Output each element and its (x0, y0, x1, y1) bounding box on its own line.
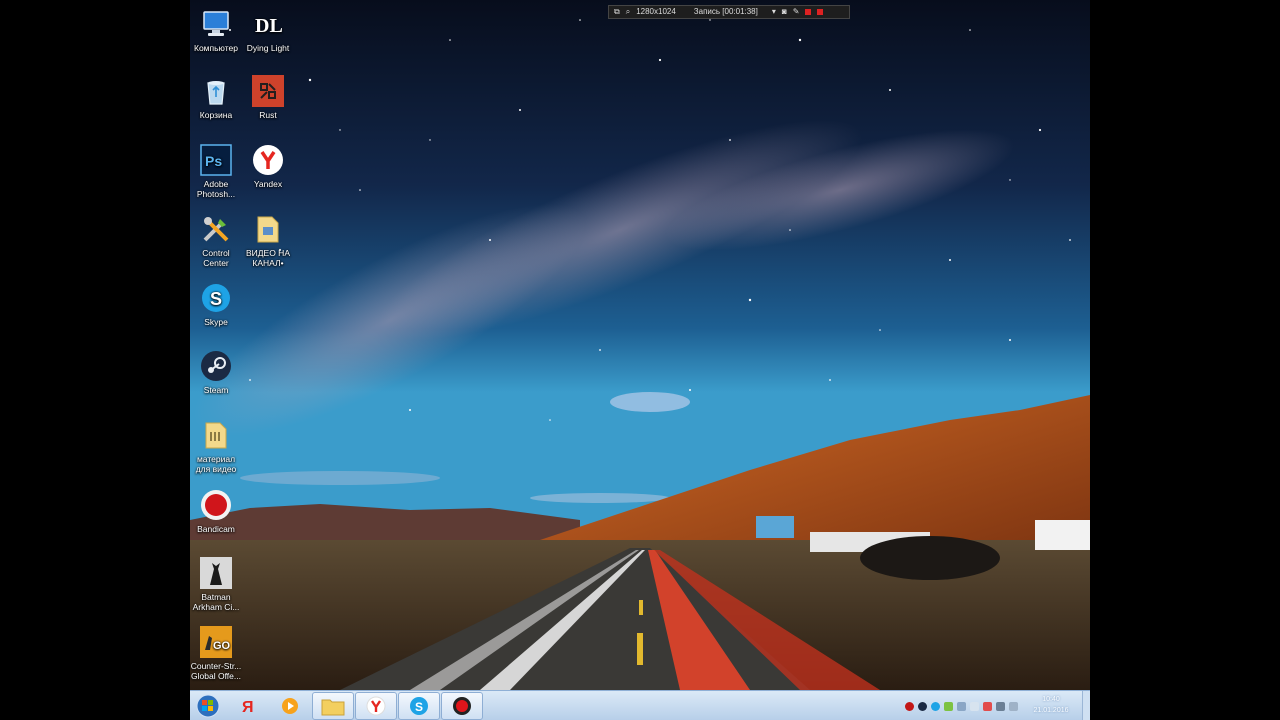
record-tray-icon[interactable] (905, 701, 914, 711)
camera-icon[interactable]: ◙ (782, 6, 787, 18)
desktop-icon-computer[interactable]: Компьютер (190, 8, 242, 53)
yandex-icon: Я (242, 699, 254, 716)
bandicam-icon (201, 490, 231, 520)
desktop-icon-label: Компьютер (194, 43, 238, 53)
desktop-icon-label: Корзина (199, 110, 233, 120)
bandicam-record-icon (453, 696, 471, 715)
desktop-icon-label: Steam (203, 385, 229, 395)
taskbar-bandicam[interactable] (441, 691, 483, 720)
svg-text:Я: Я (242, 699, 254, 716)
skype-tray-icon[interactable] (931, 701, 940, 711)
desktop-icon-rust[interactable]: Rust (242, 75, 294, 120)
folder-icon (205, 422, 227, 449)
desktop-icon-skype[interactable]: S Skype (190, 282, 242, 327)
recycle-bin-icon (207, 81, 225, 105)
yandex-browser-icon (366, 696, 386, 715)
desktop-icon-control-center[interactable]: Control Center (190, 213, 242, 268)
desktop-icon-csgo[interactable]: GO Counter-Str... Global Offe... (190, 626, 242, 681)
record-stop-icon[interactable] (805, 9, 812, 15)
clock-time: 10:40 (1042, 696, 1060, 703)
record-pause-icon[interactable] (817, 9, 824, 15)
svg-text:GO: GO (213, 640, 231, 652)
taskbar-skype[interactable]: S (398, 691, 440, 720)
pencil-icon[interactable]: ✎ (793, 6, 800, 18)
desktop-icon-label: Rust (259, 110, 277, 120)
start-button[interactable] (190, 692, 226, 720)
desktop-icon-label: Batman Arkham Ci... (192, 592, 240, 612)
dropdown-arrow-icon[interactable]: ▾ (772, 6, 776, 18)
svg-text:S: S (210, 289, 222, 309)
windows-start-icon (196, 694, 220, 717)
desktop-icon-label: материал для видео (195, 454, 237, 474)
desktop-icon-label: Yandex (253, 179, 283, 189)
desktop-icon-yandex[interactable]: Yandex (242, 144, 294, 189)
show-desktop-button[interactable] (1082, 691, 1090, 720)
desktop-icon-label: Adobe Photosh... (196, 179, 236, 199)
desktop-icon-label: Skype (204, 317, 228, 327)
desktop-icon-material-folder[interactable]: материал для видео (190, 419, 242, 474)
wallpaper (190, 0, 1090, 690)
desktop-icon-video-folder[interactable]: ВИДЕО НА КАНАЛ• (242, 213, 294, 268)
control-center-icon (203, 217, 229, 242)
desktop-icon-recycle-bin[interactable]: Корзина (190, 75, 242, 120)
folder-icon (321, 699, 345, 715)
photoshop-icon: Ps (200, 144, 232, 176)
green-app-tray-icon[interactable] (944, 701, 953, 711)
network-share-tray-icon[interactable] (957, 701, 966, 711)
media-player-icon (282, 697, 298, 714)
desktop-icon-label: Dying Light (246, 43, 290, 53)
batman-icon (200, 557, 232, 589)
desktop-icon-photoshop[interactable]: Ps Adobe Photosh... (190, 144, 242, 199)
csgo-icon: GO (200, 626, 232, 658)
svg-text:S: S (415, 700, 423, 714)
desktop-icon-label: ВИДЕО НА КАНАЛ• (246, 248, 290, 268)
flag-tray-icon[interactable] (983, 701, 992, 711)
desktop-icon-label: Counter-Str... Global Offe... (190, 661, 242, 681)
taskbar-media-player[interactable] (269, 692, 311, 720)
taskbar-explorer[interactable] (312, 691, 354, 720)
yandex-browser-icon (253, 145, 283, 175)
desktop: Компьютер DL Dying Light Корзина Rust Ps… (190, 0, 1090, 720)
computer-icon (203, 11, 229, 36)
desktop-icon-label: Bandicam (197, 524, 235, 534)
pen-tray-icon[interactable] (970, 701, 979, 711)
window-mode-icon[interactable]: ⧉ (614, 6, 620, 18)
svg-text:DL: DL (255, 15, 283, 37)
desktop-icon-steam[interactable]: Steam (190, 350, 242, 395)
desktop-icon-bandicam[interactable]: Bandicam (190, 489, 242, 534)
search-icon[interactable]: ⌕ (626, 6, 630, 18)
steam-tray-icon[interactable] (918, 701, 927, 711)
skype-icon: S (202, 284, 230, 312)
svg-text:Ps: Ps (205, 153, 222, 169)
taskbar-yandex-browser[interactable] (355, 691, 397, 720)
skype-icon: S (410, 696, 428, 715)
desktop-icon-label: Control Center (202, 248, 230, 268)
recorder-overlay-bar[interactable]: ⧉ ⌕ 1280x1024 Запись [00:01:38] ▾ ◙ ✎ (608, 5, 850, 19)
steam-icon (201, 351, 231, 381)
recorder-status: Запись [00:01:38] (693, 7, 758, 16)
folder-icon (257, 216, 279, 243)
taskbar-yandex[interactable]: Я (226, 692, 268, 720)
desktop-icon-dying-light[interactable]: DL Dying Light (242, 8, 294, 53)
recorder-resolution: 1280x1024 (636, 7, 676, 16)
network-tray-icon[interactable] (996, 701, 1005, 711)
clock[interactable]: 10:40 21.01.2016 (1026, 694, 1076, 716)
rust-icon (252, 75, 284, 107)
volume-tray-icon[interactable] (1009, 701, 1018, 711)
desktop-icon-batman[interactable]: Batman Arkham Ci... (190, 557, 242, 612)
taskbar: Я S 10:40 21.01.2016 (190, 690, 1090, 720)
system-tray (905, 691, 1018, 720)
clock-date: 21.01.2016 (1033, 707, 1069, 714)
dying-light-icon: DL (255, 15, 283, 37)
